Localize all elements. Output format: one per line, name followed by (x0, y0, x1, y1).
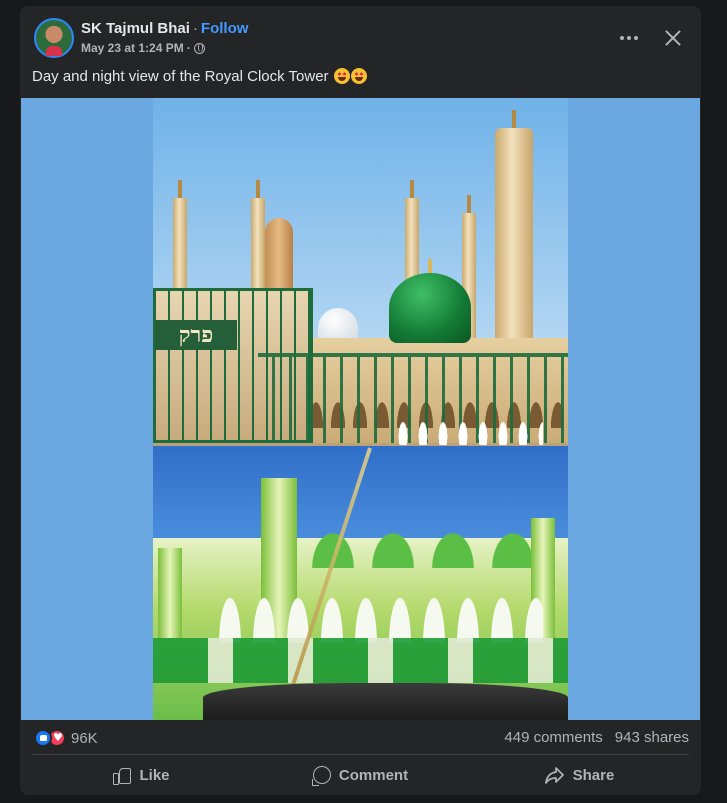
follow-button[interactable]: Follow (201, 20, 249, 37)
post-stats: 96K 449 comments 943 shares (20, 720, 701, 753)
share-label: Share (572, 766, 615, 784)
share-button[interactable]: Share (470, 758, 689, 792)
meta-separator: · (186, 41, 191, 55)
author-name[interactable]: SK Tajmul Bhai (81, 20, 190, 37)
close-icon[interactable] (659, 24, 687, 52)
globe-icon[interactable] (193, 42, 205, 54)
like-label: Like (139, 766, 170, 784)
thumbs-up-icon (113, 766, 132, 785)
like-reaction-icon (34, 729, 52, 747)
post-timestamp[interactable]: May 23 at 1:24 PM (81, 41, 184, 55)
star-struck-emoji-icon (333, 68, 350, 84)
share-icon (544, 766, 565, 784)
post-meta: May 23 at 1:24 PM · (81, 41, 205, 55)
more-options-button[interactable] (615, 24, 643, 52)
avatar[interactable] (34, 18, 74, 58)
comments-count[interactable]: 449 comments (504, 729, 602, 746)
engagement-counts: 449 comments 943 shares (504, 729, 689, 746)
post-card: SK Tajmul Bhai · Follow May 23 at 1:24 PM … (20, 6, 701, 795)
green-dome (389, 259, 471, 343)
pilgrims (393, 403, 543, 445)
comment-label: Comment (338, 766, 409, 784)
post-actions: Like Comment Share (32, 758, 689, 792)
author-line: SK Tajmul Bhai · Follow (81, 20, 248, 37)
post-header: SK Tajmul Bhai · Follow May 23 at 1:24 PM … (34, 18, 687, 58)
like-button[interactable]: Like (32, 758, 251, 792)
more-horizontal-icon (620, 36, 624, 40)
caption-text: Day and night view of the Royal Clock To… (32, 68, 329, 85)
star-struck-emoji-icon (350, 68, 367, 84)
divider (32, 754, 689, 755)
comment-icon (311, 766, 331, 786)
post-caption: Day and night view of the Royal Clock To… (32, 68, 367, 85)
separator-dot: · (192, 20, 198, 37)
comment-button[interactable]: Comment (251, 758, 470, 792)
shares-count[interactable]: 943 shares (615, 729, 689, 746)
gate-sign: פרק (155, 320, 237, 350)
post-photo[interactable]: פרק (153, 98, 568, 720)
post-media[interactable]: פרק (21, 98, 700, 720)
reaction-count[interactable]: 96K (71, 730, 98, 747)
night-minaret-small (158, 548, 182, 638)
minaret-tall (495, 110, 533, 358)
reactions-summary[interactable]: 96K (34, 729, 98, 747)
